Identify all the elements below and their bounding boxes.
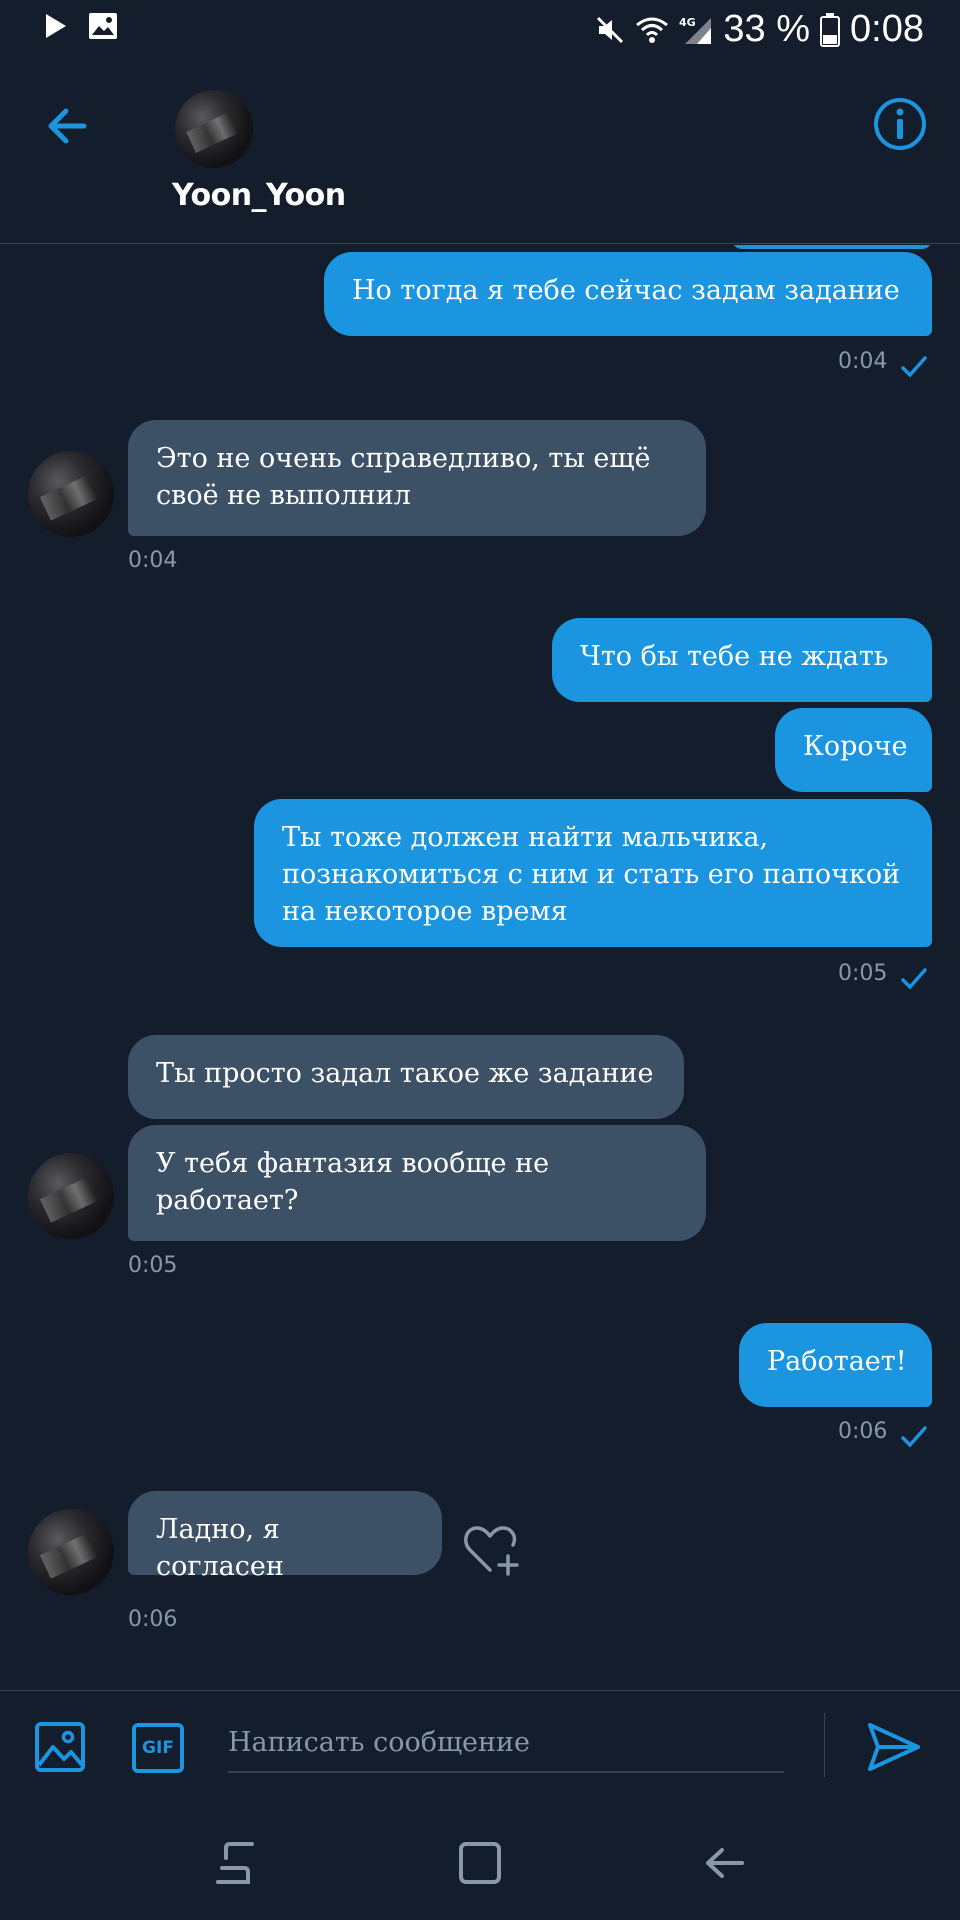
message-bubble-incoming[interactable]: У тебя фантазия вообще не работает? [128, 1125, 706, 1241]
system-nav-bar [0, 1802, 960, 1920]
message-bubble-outgoing[interactable]: Что бы тебе не ждать [552, 618, 932, 702]
message-text: Но тогда я тебе сейчас задам задание [352, 275, 900, 306]
message-time: 0:05 [838, 961, 888, 986]
previous-message-edge [732, 245, 932, 249]
battery-icon [820, 12, 841, 47]
message-bubble-outgoing[interactable]: Но тогда я тебе сейчас задам задание [324, 252, 932, 336]
send-icon[interactable] [864, 1717, 924, 1777]
play-icon [46, 14, 66, 38]
message-text: Ты просто задал такое же задание [156, 1058, 654, 1089]
message-time: 0:05 [128, 1253, 178, 1278]
image-icon [89, 13, 117, 39]
message-text: У тебя фантазия вообще не работает? [156, 1148, 550, 1216]
gif-icon[interactable]: GIF [132, 1723, 184, 1773]
message-text: Это не очень справедливо, ты ещё своё не… [156, 443, 651, 511]
image-upload-icon[interactable] [34, 1721, 86, 1773]
message-bubble-outgoing[interactable]: Ты тоже должен найти мальчика, познакоми… [254, 799, 932, 947]
message-text: Что бы тебе не ждать [580, 641, 889, 672]
gif-label: GIF [142, 1738, 174, 1758]
message-list[interactable]: Но тогда я тебе сейчас задам задание 0:0… [0, 245, 960, 1690]
message-bubble-incoming[interactable]: Ладно, я согласен [128, 1491, 442, 1582]
conversation-header: Yoon_Yoon [0, 58, 960, 244]
message-text: Короче [803, 731, 908, 762]
read-check-icon [901, 356, 927, 378]
message-text: Ладно, я согласен [156, 1514, 284, 1582]
contact-name[interactable]: Yoon_Yoon [172, 178, 346, 213]
message-text: Ты тоже должен найти мальчика, познакоми… [282, 822, 901, 927]
info-icon[interactable] [872, 96, 928, 152]
status-bar: 4G 33 % 0:08 [0, 0, 960, 58]
message-time: 0:04 [128, 548, 178, 573]
like-heart-plus-icon[interactable] [462, 1520, 522, 1580]
message-bubble-incoming[interactable]: Это не очень справедливо, ты ещё своё не… [128, 420, 706, 536]
message-time: 0:04 [838, 349, 888, 374]
clock: 0:08 [850, 8, 924, 50]
network-label: 4G [679, 16, 696, 29]
message-bubble-outgoing[interactable]: Работает! [739, 1323, 932, 1407]
contact-avatar[interactable] [175, 90, 253, 168]
signal-icon: 4G [679, 16, 712, 44]
back-icon[interactable] [700, 1838, 750, 1888]
wifi-icon [636, 17, 669, 43]
message-bubble-incoming[interactable]: Ты просто задал такое же задание [128, 1035, 684, 1119]
message-time: 0:06 [128, 1607, 178, 1632]
mute-icon [597, 16, 624, 43]
message-time: 0:06 [838, 1419, 888, 1444]
recent-apps-icon[interactable] [212, 1838, 262, 1888]
message-bubble-outgoing[interactable]: Короче [775, 708, 932, 792]
message-composer: GIF [0, 1690, 960, 1802]
home-icon[interactable] [455, 1838, 505, 1888]
read-check-icon [901, 1426, 927, 1448]
message-text: Работает! [767, 1346, 907, 1377]
read-check-icon [901, 968, 927, 990]
back-arrow-icon[interactable] [40, 98, 96, 154]
sender-avatar[interactable] [28, 1509, 114, 1595]
composer-divider [824, 1713, 825, 1777]
sender-avatar[interactable] [28, 451, 114, 537]
battery-percent: 33 % [723, 8, 811, 50]
sender-avatar[interactable] [28, 1153, 114, 1239]
message-input[interactable] [228, 1713, 784, 1773]
